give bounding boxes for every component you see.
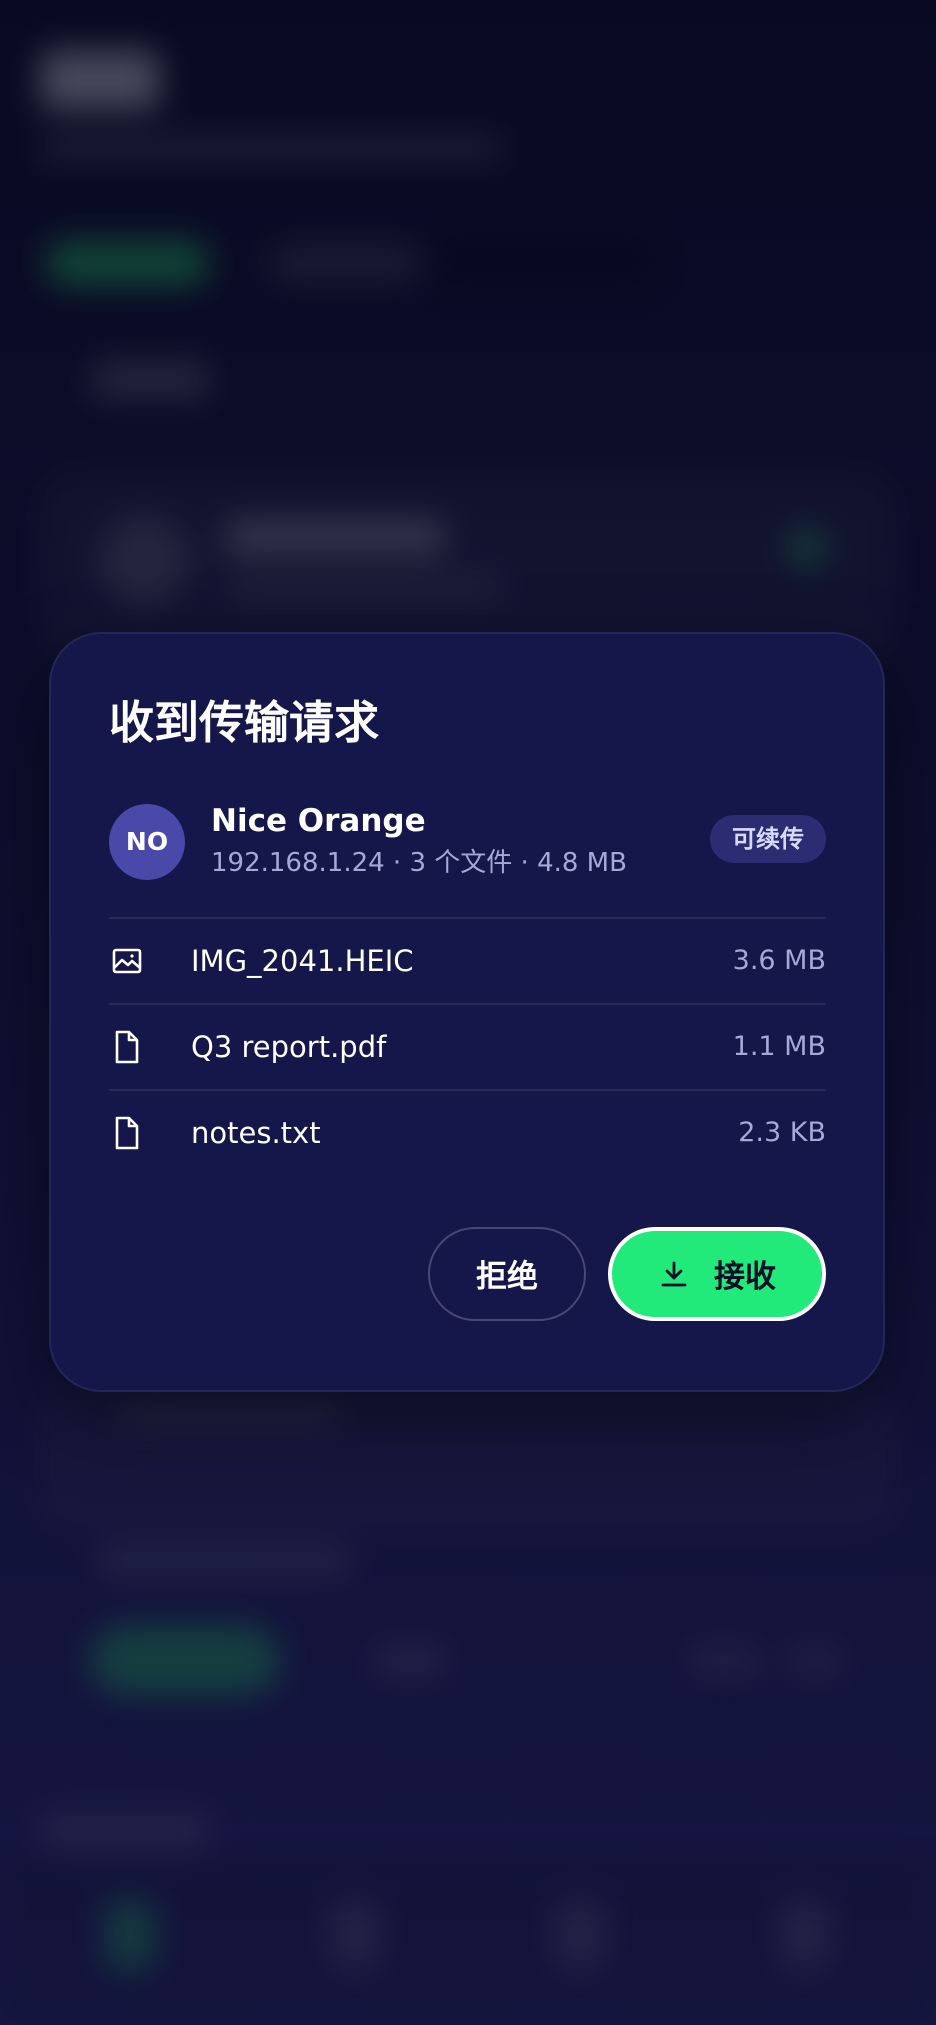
sender-row: NO Nice Orange 192.168.1.24 · 3 个文件 · 4.… — [109, 803, 826, 881]
sender-info: Nice Orange 192.168.1.24 · 3 个文件 · 4.8 M… — [211, 802, 710, 882]
decline-button-label: 拒绝 — [476, 1259, 538, 1294]
sender-name: Nice Orange — [211, 802, 426, 839]
file-icon — [111, 1029, 143, 1065]
resumable-badge: 可续传 — [710, 814, 826, 863]
file-size: 1.1 MB — [732, 1031, 826, 1062]
dialog-actions: 拒绝 接收 — [109, 1226, 826, 1321]
file-name: IMG_2041.HEIC — [191, 943, 414, 978]
dialog-title: 收到传输请求 — [109, 696, 380, 749]
file-icon — [111, 1115, 143, 1151]
file-list: IMG_2041.HEIC 3.6 MB Q3 report.pdf 1.1 M… — [109, 916, 826, 1175]
download-icon — [658, 1258, 690, 1290]
file-name: notes.txt — [191, 1115, 321, 1150]
file-row: IMG_2041.HEIC 3.6 MB — [109, 919, 826, 1005]
sender-avatar: NO — [109, 803, 185, 880]
accept-button[interactable]: 接收 — [608, 1226, 826, 1321]
file-size: 3.6 MB — [732, 945, 826, 976]
decline-button[interactable]: 拒绝 — [428, 1226, 586, 1321]
image-icon — [111, 943, 143, 979]
file-size: 2.3 KB — [738, 1117, 826, 1148]
file-name: Q3 report.pdf — [191, 1029, 387, 1064]
file-row: notes.txt 2.3 KB — [109, 1091, 826, 1175]
transfer-request-dialog: 收到传输请求 NO Nice Orange 192.168.1.24 · 3 个… — [49, 632, 885, 1392]
file-row: Q3 report.pdf 1.1 MB — [109, 1005, 826, 1091]
accept-button-label: 接收 — [714, 1259, 776, 1294]
sender-meta: 192.168.1.24 · 3 个文件 · 4.8 MB — [211, 847, 627, 878]
